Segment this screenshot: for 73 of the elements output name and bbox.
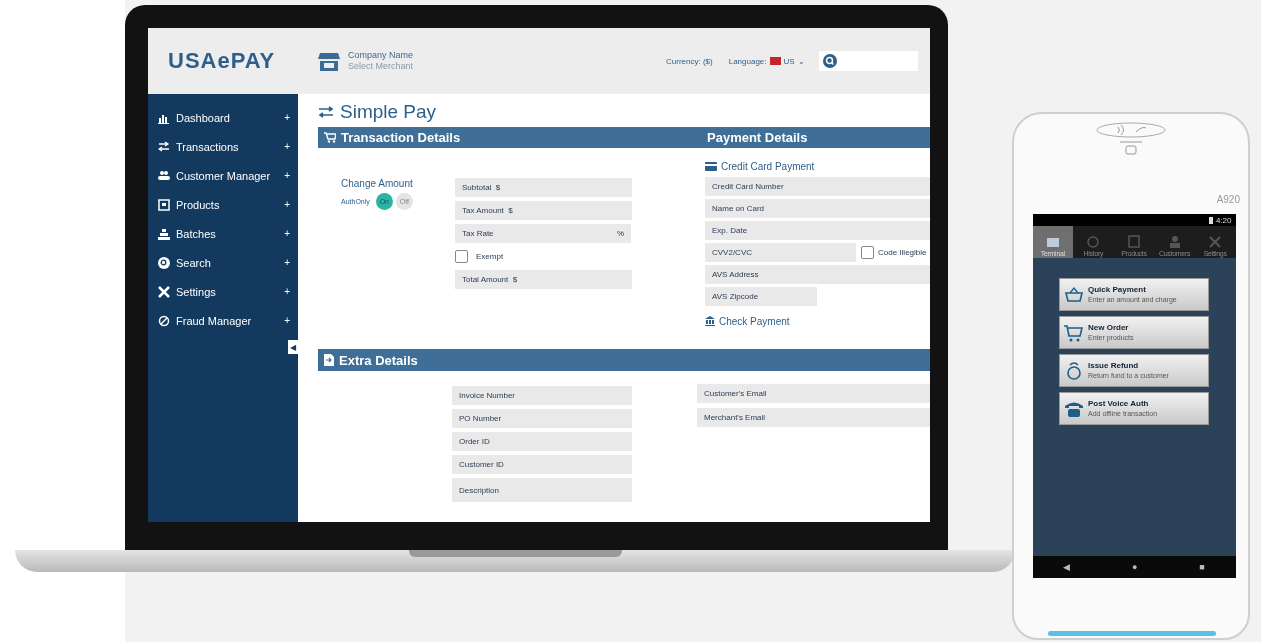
collapse-button[interactable]: ◀ <box>288 340 298 354</box>
sidebar-item[interactable]: Customer Manager + <box>148 161 298 190</box>
cart-icon <box>324 132 336 143</box>
input-field[interactable]: Merchant's Email <box>697 408 930 427</box>
input-field[interactable]: Description <box>452 478 632 502</box>
recents-button[interactable]: ■ <box>1199 562 1205 572</box>
cart-icon <box>1064 322 1084 343</box>
search-icon[interactable] <box>822 54 837 68</box>
input-field[interactable]: AVS Address <box>705 265 930 284</box>
people-icon <box>158 169 170 182</box>
input-field[interactable]: AVS Zipcode <box>705 287 817 306</box>
currency-label[interactable]: Currency: ($) <box>666 56 713 66</box>
sidebar-item[interactable]: Products + <box>148 190 298 219</box>
caret-icon: ⌄ <box>797 56 805 66</box>
contactless-icon <box>1096 122 1166 138</box>
search-field[interactable] <box>818 51 918 71</box>
input-field[interactable]: CVV2/CVC <box>705 243 856 262</box>
sidebar-item[interactable]: Fraud Manager + <box>148 306 298 335</box>
store-icon <box>318 51 340 71</box>
person-icon <box>1167 235 1182 249</box>
prohibited-icon <box>158 314 170 327</box>
input-field[interactable]: Customer's Email <box>697 384 930 403</box>
bank-icon <box>705 316 715 326</box>
language-label: Language: <box>728 56 767 66</box>
back-button[interactable]: ◀ <box>1063 562 1071 572</box>
tools-icon <box>158 285 170 298</box>
input-field[interactable]: Customer ID <box>452 455 632 474</box>
checkbox-label: Exempt <box>476 252 504 261</box>
battery-icon <box>1208 216 1213 224</box>
sidebar-item[interactable]: Batches + <box>148 219 298 248</box>
section-title: Extra Details <box>339 352 418 368</box>
box-icon <box>1127 235 1141 249</box>
section-title: Payment Details <box>706 130 808 145</box>
company-name[interactable]: Company Name <box>348 50 414 61</box>
input-field[interactable]: PO Number <box>452 409 632 428</box>
input-field[interactable]: Credit Card Number <box>705 177 930 196</box>
sidebar-item[interactable]: Search + <box>148 248 298 277</box>
home-button[interactable]: ● <box>1132 562 1138 572</box>
stack-icon <box>158 227 170 240</box>
model-label: A920 <box>1216 194 1240 205</box>
language-selector[interactable]: US <box>783 56 795 66</box>
card-icon <box>705 161 717 171</box>
search-icon <box>158 256 170 269</box>
input-field[interactable]: Subtotal $ <box>455 178 632 197</box>
input-field[interactable]: Order ID <box>452 432 632 451</box>
box-icon <box>158 198 170 211</box>
input-field[interactable]: Invoice Number <box>452 386 632 405</box>
receipt-slot-icon <box>1119 138 1143 156</box>
section-title: Transaction Details <box>341 130 461 145</box>
tools-icon <box>1208 235 1223 249</box>
clock-icon <box>1086 235 1101 249</box>
input-field[interactable]: Name on Card <box>705 199 930 218</box>
checkbox[interactable] <box>861 246 874 259</box>
input-field[interactable]: Tax Rate <box>455 224 615 243</box>
document-icon <box>324 354 334 366</box>
input-field[interactable]: Exp. Date <box>705 221 930 240</box>
percent-suffix: % <box>615 224 632 243</box>
sidebar-item[interactable]: Settings + <box>148 277 298 306</box>
arrows-icon <box>158 140 170 153</box>
checkbox-label: Code Illegible <box>878 248 927 257</box>
sidebar-item[interactable]: Dashboard + <box>148 103 298 132</box>
input-field[interactable]: Total Amount $ <box>455 270 632 289</box>
arrows-icon <box>318 106 334 118</box>
flag-icon <box>769 57 781 65</box>
logo[interactable]: USAePAY <box>168 48 318 74</box>
credit-card-payment-link[interactable]: Credit Card Payment <box>721 160 815 172</box>
input-field[interactable]: Tax Amount $ <box>455 201 632 220</box>
page-title: Simple Pay <box>340 101 437 123</box>
status-time: 4:20 <box>1215 215 1232 225</box>
sidebar-item[interactable]: Transactions + <box>148 132 298 161</box>
change-amount-label: Change Amount <box>341 178 414 189</box>
checkbox[interactable] <box>455 250 468 263</box>
check-payment-link[interactable]: Check Payment <box>719 315 790 327</box>
